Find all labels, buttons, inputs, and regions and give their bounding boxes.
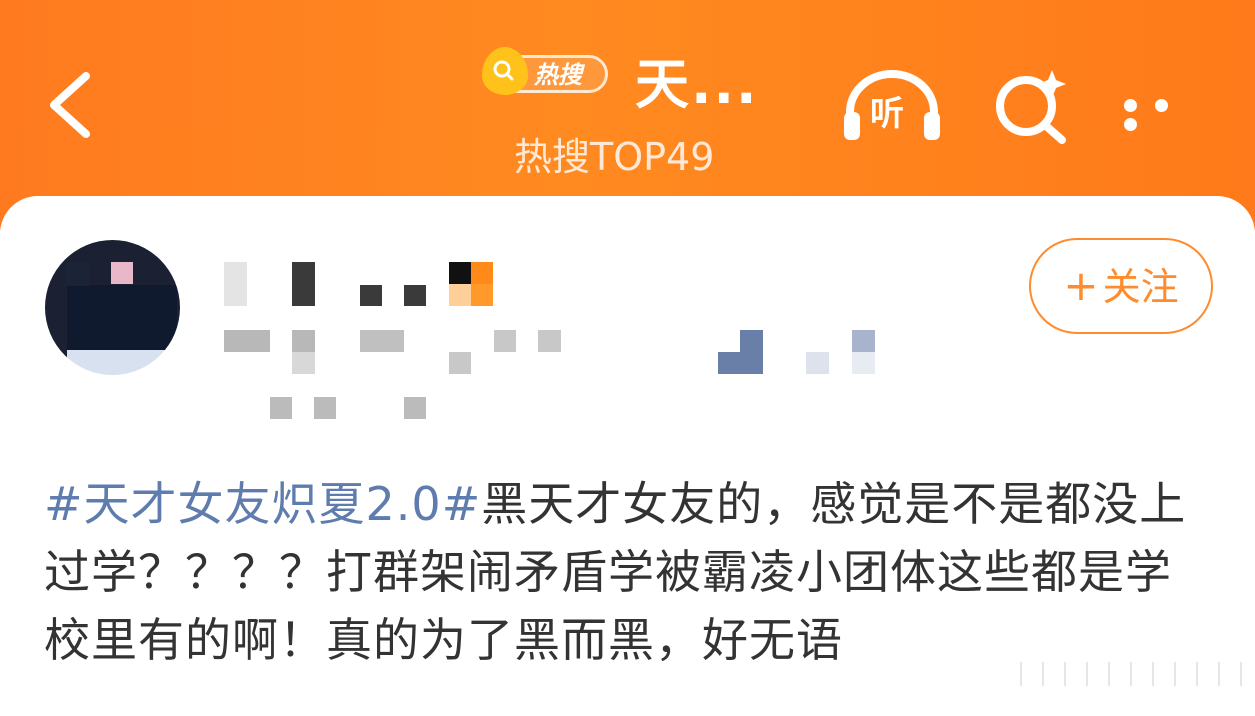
search-icon [493,60,514,81]
badge-label: 热搜 [534,61,582,89]
hashtag-link[interactable]: #天才女友炽夏2.0# [44,477,481,531]
expand-hint[interactable] [1020,662,1255,686]
listen-label: 听 [870,94,904,134]
more-dots-icon[interactable] [1124,97,1200,131]
search-sparkle-icon[interactable] [994,70,1070,146]
dot-icon [1124,118,1137,131]
page-subtitle: 热搜TOP49 [514,135,715,179]
dot-icon [1124,99,1137,112]
follow-label: 关注 [1102,265,1179,309]
dot-icon [1155,99,1168,112]
avatar[interactable] [45,240,180,375]
page-title: 天... [635,53,759,116]
follow-button[interactable]: + 关注 [1029,238,1213,334]
hot-search-badge: 热搜 [482,45,612,97]
chevron-left-icon[interactable] [44,70,104,140]
listen-button[interactable]: 听 [842,70,942,144]
plus-icon: + [1063,261,1099,310]
